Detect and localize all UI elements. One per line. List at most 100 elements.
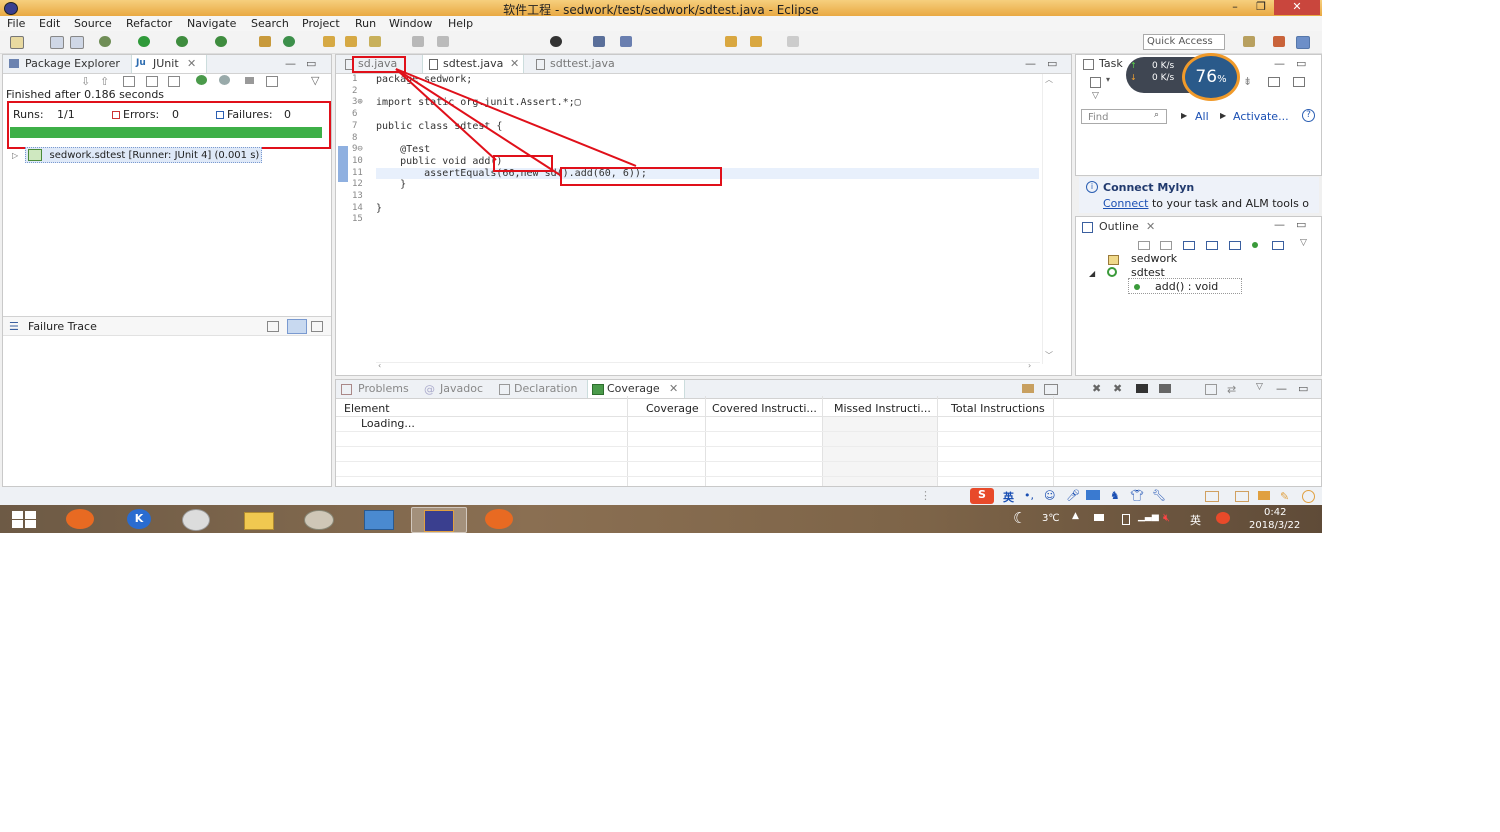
pin-icon[interactable] xyxy=(412,36,424,47)
tab-outline[interactable]: Outline xyxy=(1099,220,1139,233)
tab-junit[interactable]: JUnit xyxy=(153,57,179,70)
save-icon[interactable] xyxy=(50,36,64,49)
hide-local-icon[interactable] xyxy=(1229,241,1241,250)
close-button[interactable]: ✕ xyxy=(1274,0,1320,15)
taskbar-app-camera[interactable] xyxy=(170,507,224,531)
dropdown-icon[interactable]: ▾ xyxy=(1106,75,1110,84)
weather-moon-icon[interactable]: ☾ xyxy=(1013,509,1026,527)
sogou-ime-icon[interactable]: S xyxy=(970,488,994,504)
scroll-right-icon[interactable]: › xyxy=(1028,361,1031,370)
debug-perspective-icon[interactable] xyxy=(1296,36,1310,49)
task-sync-icon[interactable] xyxy=(1293,77,1305,87)
view-menu-icon[interactable]: ▽ xyxy=(1300,238,1307,248)
external-tools-icon[interactable] xyxy=(215,36,227,47)
find-input[interactable]: Find ⌕ xyxy=(1081,109,1167,124)
link-icon[interactable]: ⇄ xyxy=(1227,383,1236,396)
remove-session-icon[interactable]: ✖ xyxy=(1092,382,1101,395)
collapse-arrow-icon[interactable]: ◢ xyxy=(1089,269,1095,278)
volume-muted-icon[interactable]: 🔇︎ xyxy=(1163,511,1170,525)
menu-run[interactable]: Run xyxy=(355,17,376,30)
flag-icon[interactable] xyxy=(1094,514,1104,521)
status-icon[interactable] xyxy=(1235,491,1249,502)
stop-icon[interactable] xyxy=(245,77,254,84)
taskbar-app-eclipse[interactable] xyxy=(411,507,467,533)
save-all-icon[interactable] xyxy=(70,36,84,49)
status-icon[interactable]: ✎ xyxy=(1280,490,1289,503)
hide-static-icon[interactable] xyxy=(1183,241,1195,250)
minimize-view-icon[interactable]: — xyxy=(285,57,296,70)
minimize-view-icon[interactable]: — xyxy=(1276,382,1287,395)
remove-all-icon[interactable]: ✖ xyxy=(1113,382,1122,395)
battery-icon[interactable] xyxy=(1122,514,1130,525)
tab-package-explorer[interactable]: Package Explorer xyxy=(25,57,120,70)
input-lang[interactable]: 英 xyxy=(1190,512,1201,528)
next-failure-icon[interactable]: ⇩ xyxy=(81,75,90,88)
new-task-icon[interactable] xyxy=(1090,77,1101,88)
emoji-icon[interactable]: ☺ xyxy=(1044,489,1055,502)
clock-time[interactable]: 0:42 xyxy=(1264,507,1286,518)
status-icon[interactable] xyxy=(1302,490,1315,503)
menu-refactor[interactable]: Refactor xyxy=(126,17,172,30)
view-menu-icon[interactable]: ▽ xyxy=(1256,382,1263,392)
tools-icon[interactable]: 🔧︎ xyxy=(1152,489,1166,502)
menu-edit[interactable]: Edit xyxy=(39,17,60,30)
rerun-failed-icon[interactable] xyxy=(219,75,230,85)
task-view-icon[interactable] xyxy=(1268,77,1280,87)
tab-problems[interactable]: Problems xyxy=(358,382,409,395)
console-icon[interactable] xyxy=(593,36,605,47)
minimize-button[interactable]: – xyxy=(1222,0,1248,15)
voice-icon[interactable]: 🎤︎ xyxy=(1066,489,1080,502)
taskbar-app-browser[interactable] xyxy=(53,507,107,531)
maximize-view-icon[interactable]: ▭ xyxy=(306,57,316,70)
help-icon[interactable]: ? xyxy=(1302,109,1315,122)
close-tab-icon[interactable]: ✕ xyxy=(1146,220,1155,233)
hide-fields-icon[interactable] xyxy=(1160,241,1172,250)
outline-package[interactable]: sedwork xyxy=(1131,252,1177,265)
taskbar-app-k[interactable]: K xyxy=(113,507,167,531)
signal-icon[interactable]: ▁▃▅ xyxy=(1138,512,1159,522)
taskbar-app-browser-2[interactable] xyxy=(472,507,526,531)
taskbar-app-explorer[interactable] xyxy=(232,507,286,531)
back-icon[interactable] xyxy=(725,36,737,47)
history-icon[interactable] xyxy=(266,76,278,87)
open-type-icon[interactable] xyxy=(323,36,335,47)
expand-arrow-icon[interactable]: ▷ xyxy=(12,151,18,160)
run-icon[interactable] xyxy=(138,36,150,47)
keyboard-icon[interactable] xyxy=(1086,490,1100,500)
open-perspective-icon[interactable] xyxy=(1243,36,1255,47)
punctuation-icon[interactable]: •, xyxy=(1024,489,1034,502)
next-annotation-icon[interactable] xyxy=(620,36,632,47)
copy-trace-icon[interactable] xyxy=(311,321,323,332)
menu-project[interactable]: Project xyxy=(302,17,340,30)
rerun-icon[interactable] xyxy=(196,75,207,85)
debug-icon[interactable] xyxy=(99,36,111,47)
activate-link[interactable]: Activate... xyxy=(1233,110,1289,123)
col-missed[interactable]: Missed Instructi... xyxy=(834,402,931,415)
windows-start-icon[interactable] xyxy=(12,511,36,528)
annotation-icon[interactable] xyxy=(437,36,449,47)
import-icon[interactable] xyxy=(1159,384,1171,393)
merge-icon[interactable] xyxy=(1136,384,1148,393)
menu-navigate[interactable]: Navigate xyxy=(187,17,236,30)
user-icon[interactable]: ♞ xyxy=(1110,489,1120,502)
maximize-view-icon[interactable]: ▭ xyxy=(1296,57,1306,70)
java-perspective-icon[interactable] xyxy=(1273,36,1285,47)
col-covered[interactable]: Covered Instructi... xyxy=(712,402,817,415)
tab-javadoc[interactable]: Javadoc xyxy=(440,382,483,395)
test-run-item[interactable]: sedwork.sdtest [Runner: JUnit 4] (0.001 … xyxy=(25,147,263,163)
mylyn-connect-link[interactable]: Connect xyxy=(1103,197,1148,210)
maximize-view-icon[interactable]: ▭ xyxy=(1298,382,1308,395)
new-icon[interactable] xyxy=(10,36,24,49)
scroll-down-icon[interactable]: ﹀ xyxy=(1045,350,1053,361)
toggle-mark-icon[interactable] xyxy=(550,36,562,47)
compare-icon[interactable] xyxy=(267,321,279,332)
sort-icon[interactable] xyxy=(1138,241,1150,250)
show-failures-icon[interactable] xyxy=(123,76,135,87)
ime-lang[interactable]: 英 xyxy=(1003,489,1014,505)
taskbar-app-network[interactable] xyxy=(352,507,406,531)
filter-trace-icon[interactable] xyxy=(287,319,307,334)
forward-icon[interactable] xyxy=(750,36,762,47)
layout-icon[interactable] xyxy=(168,76,180,87)
skin-icon[interactable]: 👕︎ xyxy=(1130,489,1144,502)
menu-source[interactable]: Source xyxy=(74,17,112,30)
